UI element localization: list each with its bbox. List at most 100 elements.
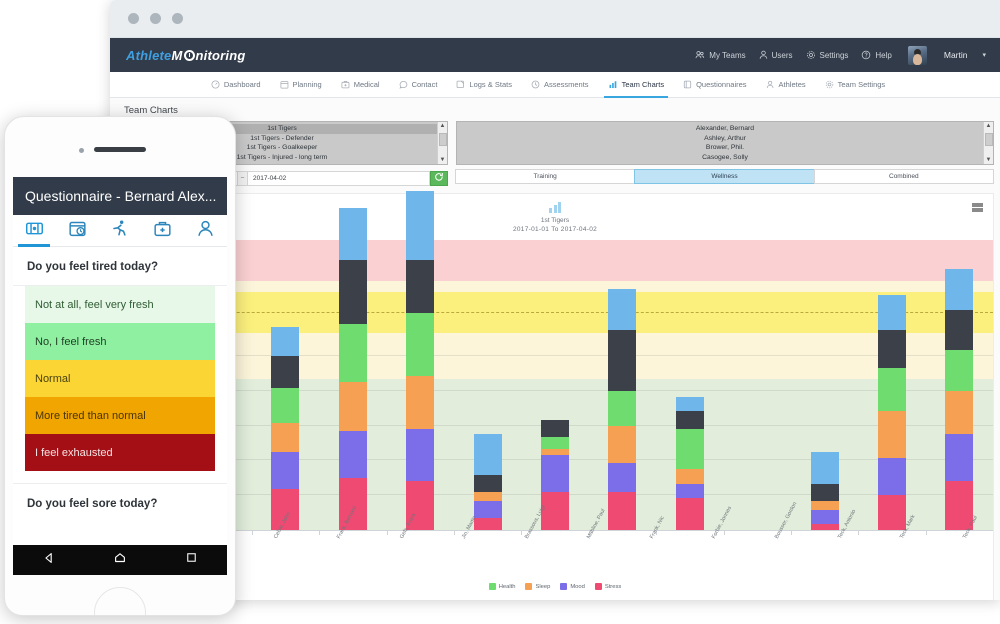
bar-segment-fatigue[interactable] bbox=[338, 260, 367, 325]
athlete-listbox[interactable]: Alexander, Bernard Ashley, Arthur Brower… bbox=[456, 121, 994, 165]
topnav-users[interactable]: Users bbox=[759, 50, 793, 60]
phone-tab-profile[interactable] bbox=[189, 215, 223, 247]
list-item[interactable]: 1st Tigers - Injured - long term bbox=[237, 153, 328, 163]
bar-segment-mood[interactable] bbox=[877, 457, 906, 496]
bar-segment-fatigue[interactable] bbox=[271, 356, 300, 388]
hamburger-menu-icon[interactable] bbox=[972, 203, 983, 212]
phone-tab-medical[interactable] bbox=[146, 215, 180, 247]
tab-training[interactable]: Training bbox=[455, 169, 636, 184]
phone-answer-option[interactable]: I feel exhausted bbox=[25, 434, 215, 471]
stacked-bar[interactable] bbox=[541, 419, 570, 530]
bar-segment-stress[interactable] bbox=[473, 518, 502, 530]
bar-segment-health[interactable] bbox=[608, 390, 637, 426]
bar-segment-mood[interactable] bbox=[675, 483, 704, 499]
bar-segment-sleep[interactable] bbox=[877, 411, 906, 458]
stacked-bar[interactable] bbox=[810, 451, 839, 530]
bar-segment-soreness[interactable] bbox=[406, 190, 435, 261]
athlete-listbox-scrollbar[interactable]: ▲ ▼ bbox=[983, 122, 993, 164]
scrollbar-thumb[interactable] bbox=[984, 133, 993, 146]
bar-segment-mood[interactable] bbox=[338, 431, 367, 478]
bar-segment-mood[interactable] bbox=[810, 509, 839, 525]
bar-segment-sleep[interactable] bbox=[473, 492, 502, 502]
topnav-my-teams[interactable]: My Teams bbox=[695, 50, 746, 60]
tab-athletes[interactable]: Athletes bbox=[766, 72, 806, 98]
tab-logs-stats[interactable]: Logs & Stats bbox=[456, 72, 512, 98]
bar-segment-soreness[interactable] bbox=[473, 434, 502, 475]
bar-segment-mood[interactable] bbox=[406, 428, 435, 481]
tab-combined[interactable]: Combined bbox=[813, 169, 994, 184]
tab-planning[interactable]: Planning bbox=[280, 72, 322, 98]
bar-segment-health[interactable] bbox=[675, 428, 704, 470]
tab-questionnaires[interactable]: Questionnaires bbox=[683, 72, 747, 98]
user-name[interactable]: Martin bbox=[944, 50, 968, 60]
bar-segment-fatigue[interactable] bbox=[877, 329, 906, 368]
app-logo[interactable]: AthleteM nitoring bbox=[126, 48, 245, 63]
stacked-bar[interactable] bbox=[406, 190, 435, 530]
tab-dashboard[interactable]: Dashboard bbox=[211, 72, 261, 98]
bar-segment-health[interactable] bbox=[877, 367, 906, 412]
bar-segment-stress[interactable] bbox=[608, 492, 637, 530]
list-item[interactable]: 1st Tigers - Goalkeeper bbox=[247, 143, 318, 153]
bar-segment-soreness[interactable] bbox=[338, 208, 367, 261]
list-item[interactable]: Brower, Phil. bbox=[706, 143, 744, 153]
list-item[interactable]: 1st Tigers - Defender bbox=[250, 134, 313, 144]
tab-wellness[interactable]: Wellness bbox=[634, 169, 815, 184]
list-item[interactable]: Alexander, Bernard bbox=[696, 124, 754, 134]
scroll-down-icon[interactable]: ▼ bbox=[440, 156, 446, 164]
window-dot-close[interactable] bbox=[128, 13, 139, 24]
list-item[interactable]: Casogee, Solly bbox=[702, 153, 748, 163]
bar-segment-fatigue[interactable] bbox=[473, 474, 502, 493]
bar-segment-health[interactable] bbox=[338, 324, 367, 383]
stacked-bar[interactable] bbox=[338, 208, 367, 530]
bar-segment-mood[interactable] bbox=[541, 454, 570, 493]
bar-segment-health[interactable] bbox=[541, 437, 570, 449]
legend-item[interactable]: Sleep bbox=[525, 583, 550, 590]
bar-segment-mood[interactable] bbox=[608, 463, 637, 493]
bar-segment-soreness[interactable] bbox=[810, 451, 839, 484]
bar-segment-fatigue[interactable] bbox=[810, 483, 839, 502]
phone-tab-schedule[interactable] bbox=[60, 215, 94, 247]
bar-segment-fatigue[interactable] bbox=[945, 309, 974, 351]
bar-segment-mood[interactable] bbox=[271, 451, 300, 490]
bar-segment-sleep[interactable] bbox=[608, 425, 637, 464]
bar-segment-soreness[interactable] bbox=[945, 269, 974, 310]
tab-medical[interactable]: Medical bbox=[341, 72, 380, 98]
bar-segment-sleep[interactable] bbox=[810, 501, 839, 510]
scroll-up-icon[interactable]: ▲ bbox=[986, 122, 992, 130]
stacked-bar[interactable] bbox=[877, 295, 906, 530]
bar-segment-sleep[interactable] bbox=[271, 422, 300, 452]
back-icon[interactable] bbox=[42, 551, 56, 570]
bar-segment-soreness[interactable] bbox=[877, 295, 906, 330]
avatar[interactable] bbox=[907, 45, 927, 65]
bar-segment-fatigue[interactable] bbox=[406, 260, 435, 313]
bar-segment-health[interactable] bbox=[406, 312, 435, 377]
legend-item[interactable]: Health bbox=[488, 583, 515, 590]
scroll-up-icon[interactable]: ▲ bbox=[440, 122, 446, 130]
window-dot-maximize[interactable] bbox=[172, 13, 183, 24]
phone-answer-option[interactable]: More tired than normal bbox=[25, 397, 215, 434]
bar-segment-health[interactable] bbox=[945, 350, 974, 391]
topnav-settings[interactable]: Settings bbox=[806, 50, 848, 60]
stacked-bar[interactable] bbox=[945, 269, 974, 530]
date-input[interactable]: 2017-04-02 bbox=[248, 170, 430, 186]
bar-segment-mood[interactable] bbox=[945, 434, 974, 481]
bar-segment-fatigue[interactable] bbox=[675, 411, 704, 429]
stacked-bar[interactable] bbox=[608, 289, 637, 530]
bar-segment-sleep[interactable] bbox=[406, 376, 435, 429]
tab-assessments[interactable]: Assessments bbox=[531, 72, 589, 98]
stacked-bar[interactable] bbox=[473, 434, 502, 530]
home-icon[interactable] bbox=[113, 551, 127, 570]
bar-segment-fatigue[interactable] bbox=[541, 419, 570, 438]
phone-answer-option[interactable]: Not at all, feel very fresh bbox=[25, 286, 215, 323]
phone-tab-wellness[interactable] bbox=[17, 215, 51, 247]
bar-segment-soreness[interactable] bbox=[608, 289, 637, 330]
tab-contact[interactable]: Contact bbox=[399, 72, 437, 98]
scrollbar-thumb[interactable] bbox=[438, 133, 447, 146]
bar-segment-stress[interactable] bbox=[541, 492, 570, 530]
legend-item[interactable]: Mood bbox=[560, 583, 585, 590]
bar-segment-soreness[interactable] bbox=[675, 396, 704, 412]
bar-segment-sleep[interactable] bbox=[675, 469, 704, 484]
stacked-bar[interactable] bbox=[271, 327, 300, 530]
group-listbox-scrollbar[interactable]: ▲ ▼ bbox=[437, 122, 447, 164]
bar-segment-soreness[interactable] bbox=[271, 327, 300, 357]
